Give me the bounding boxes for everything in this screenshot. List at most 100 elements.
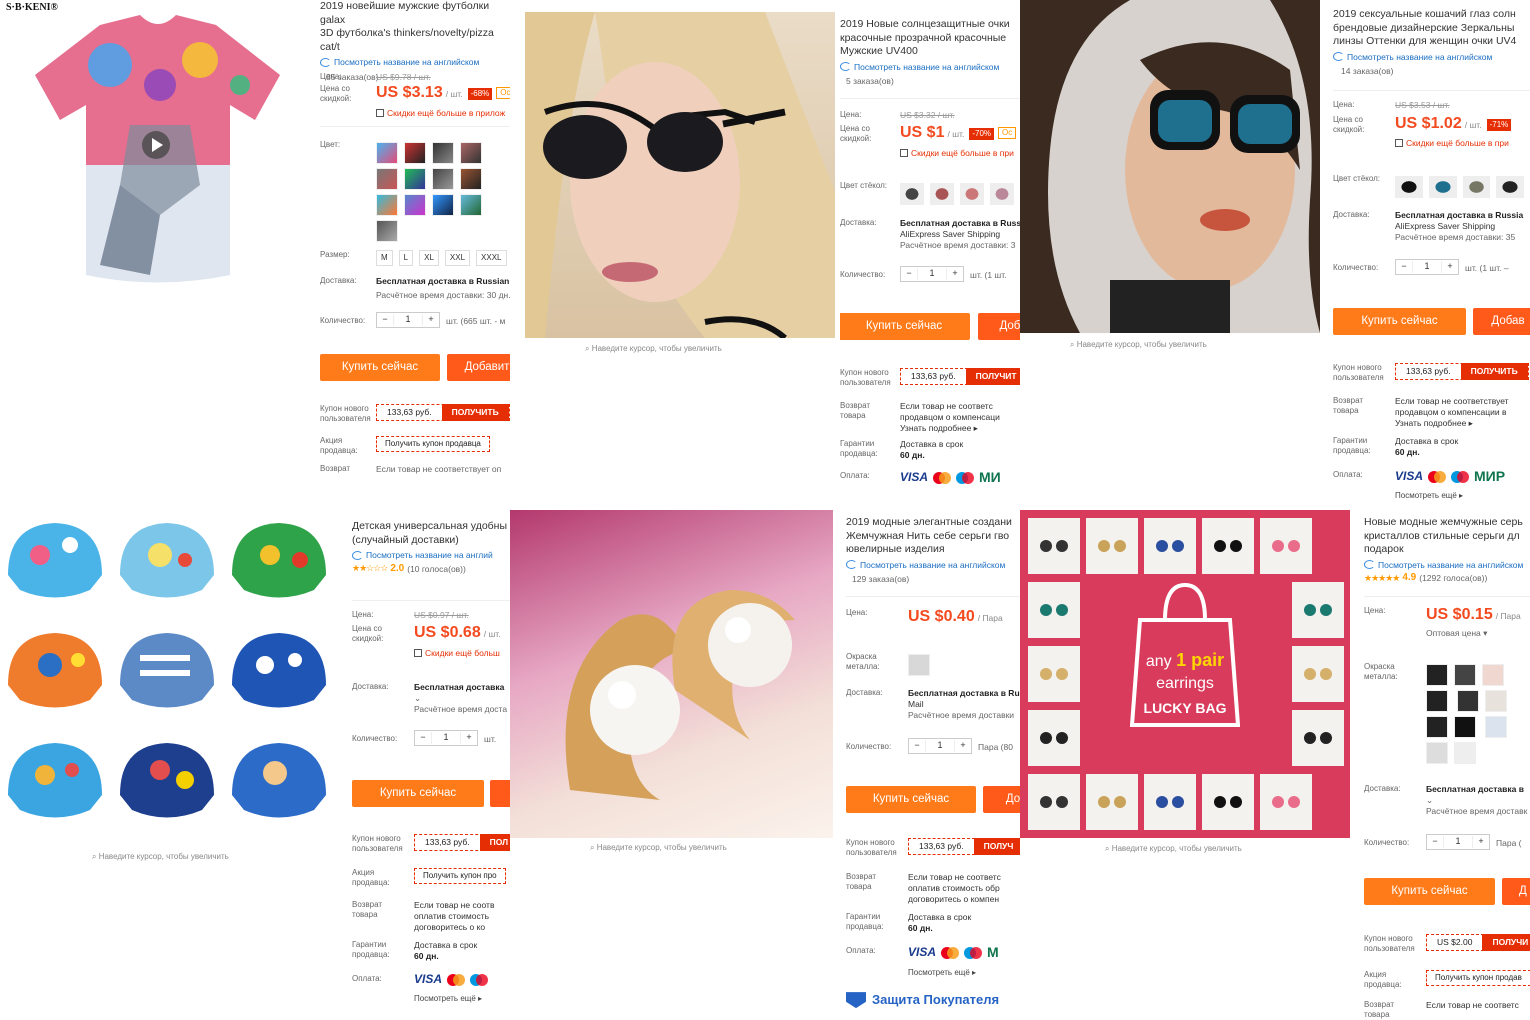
buy-now-button[interactable]: Купить сейчас — [1333, 308, 1466, 335]
quantity-stepper[interactable]: −1 + — [900, 266, 964, 282]
add-to-cart-button[interactable]: Добав — [1473, 308, 1530, 335]
product-image-swim-caps[interactable] — [0, 515, 340, 845]
app-discount-note[interactable]: Скидки ещё больш — [414, 648, 500, 659]
new-user-coupon[interactable]: 133,63 руб. ПОЛУЧИТ — [900, 368, 1020, 385]
get-coupon-button[interactable]: ПОЛУЧИ — [1482, 934, 1530, 951]
shipping-method[interactable]: Бесплатная доставка в Ru — [908, 688, 1020, 698]
translate-link[interactable]: Посмотреть название на английском — [320, 57, 510, 68]
shipping-method[interactable]: Бесплатная доставка в Russia — [1395, 210, 1523, 220]
color-swatch[interactable] — [404, 142, 426, 164]
shipping-method[interactable]: Бесплатная доставка в Russian F — [376, 276, 510, 286]
new-user-coupon[interactable]: 133,63 руб. ПОЛ — [414, 834, 510, 851]
plus-button[interactable]: + — [423, 314, 439, 325]
plus-button[interactable]: + — [947, 268, 963, 279]
get-coupon-button[interactable]: ПОЛУЧИТ — [965, 368, 1020, 385]
add-to-cart-button[interactable]: Доба — [978, 313, 1020, 340]
wholesale-price-link[interactable]: Оптовая цена ▾ — [1426, 628, 1521, 639]
translate-link[interactable]: Посмотреть название на английском — [846, 560, 1020, 571]
lens-color-option[interactable] — [930, 183, 954, 205]
quantity-stepper[interactable]: −1 + — [908, 738, 972, 754]
color-swatch[interactable] — [376, 168, 398, 190]
metal-color-option[interactable] — [1454, 742, 1476, 764]
translate-link[interactable]: Посмотреть название на английском — [1364, 560, 1530, 571]
metal-color-option[interactable] — [1484, 690, 1507, 712]
quantity-input[interactable]: 1 — [917, 268, 947, 280]
app-discount-note[interactable]: Скидки ещё больше в при — [900, 148, 1014, 159]
quantity-stepper[interactable]: −1 + — [1395, 259, 1459, 275]
get-coupon-button[interactable]: ПОЛУЧ — [973, 838, 1020, 855]
buy-now-button[interactable]: Купить сейчас — [352, 780, 484, 807]
color-swatch[interactable] — [460, 168, 482, 190]
minus-button[interactable]: − — [909, 740, 925, 751]
see-more-link[interactable]: Посмотреть ещё ▸ — [908, 968, 976, 978]
color-swatch[interactable] — [404, 168, 426, 190]
new-user-coupon[interactable]: 133,63 руб. ПОЛУЧ — [908, 838, 1020, 855]
color-swatch[interactable] — [376, 142, 398, 164]
color-swatch[interactable] — [432, 168, 454, 190]
shipping-method[interactable]: Бесплатная доставка в Russ — [900, 218, 1020, 228]
add-to-cart-button[interactable]: До — [983, 786, 1020, 813]
lens-color-option[interactable] — [1395, 176, 1423, 198]
color-swatch[interactable] — [404, 194, 426, 216]
seller-coupon-button[interactable]: Получить купон продав — [1426, 970, 1530, 986]
translate-link[interactable]: Посмотреть название на английском — [1333, 52, 1530, 63]
new-user-coupon[interactable]: 133,63 руб. ПОЛУЧИТЬ — [1395, 363, 1529, 380]
color-swatch[interactable] — [432, 194, 454, 216]
get-coupon-button[interactable]: ПОЛ — [479, 834, 510, 851]
plus-button[interactable]: + — [1442, 261, 1458, 272]
plus-button[interactable]: + — [461, 732, 477, 743]
quantity-input[interactable]: 1 — [925, 740, 955, 752]
metal-color-option[interactable] — [908, 654, 930, 676]
quantity-input[interactable]: 1 — [431, 732, 461, 744]
product-image-pearl-earrings[interactable] — [510, 510, 833, 838]
lens-color-option[interactable] — [900, 183, 924, 205]
lens-color-option[interactable] — [990, 183, 1014, 205]
see-more-link[interactable]: Посмотреть ещё ▸ — [1395, 491, 1463, 501]
size-option[interactable]: XXL — [444, 250, 471, 266]
app-discount-note[interactable]: Скидки ещё больше в прилож — [376, 108, 505, 119]
new-user-coupon[interactable]: US $2.00 ПОЛУЧИ — [1426, 934, 1530, 951]
metal-color-option[interactable] — [1454, 716, 1476, 738]
size-option[interactable]: XL — [419, 250, 439, 266]
app-discount-note[interactable]: Скидки ещё больше в при — [1395, 138, 1509, 149]
metal-color-option[interactable] — [1484, 716, 1507, 738]
metal-color-option[interactable] — [1426, 742, 1448, 764]
buy-now-button[interactable]: Купить сейчас — [840, 313, 970, 340]
add-to-cart-button[interactable]: Д — [1502, 878, 1530, 905]
metal-color-option[interactable] — [1456, 690, 1479, 712]
quantity-input[interactable]: 1 — [393, 314, 423, 326]
buy-now-button[interactable]: Купить сейчас — [846, 786, 976, 813]
buy-now-button[interactable]: Купить сейчас — [1364, 878, 1495, 905]
size-option[interactable]: M — [376, 250, 393, 266]
quantity-input[interactable]: 1 — [1412, 261, 1442, 273]
color-swatch[interactable] — [376, 194, 398, 216]
translate-link[interactable]: Посмотреть название на англий — [352, 550, 510, 561]
translate-link[interactable]: Посмотреть название на английском — [840, 62, 1020, 73]
buy-now-button[interactable]: Купить сейчас — [320, 354, 440, 381]
buyer-protection[interactable]: Защита Покупателя — [846, 992, 999, 1009]
plus-button[interactable]: + — [1473, 836, 1489, 847]
quantity-stepper[interactable]: −1 + — [376, 312, 440, 328]
add-to-cart-button[interactable] — [490, 780, 510, 807]
lens-color-option[interactable] — [1428, 176, 1457, 198]
product-image-lucky-bag[interactable]: any 1 pair earrings LUCKY BAG — [1020, 510, 1350, 838]
metal-color-option[interactable] — [1482, 664, 1504, 686]
quantity-input[interactable]: 1 — [1443, 836, 1473, 848]
see-more-link[interactable]: Посмотреть ещё ▸ — [414, 994, 482, 1004]
seller-coupon-button[interactable]: Получить купон продавца — [376, 436, 490, 452]
quantity-stepper[interactable]: −1 + — [1426, 834, 1490, 850]
size-option[interactable]: XXXL — [476, 250, 507, 266]
get-coupon-button[interactable]: ПОЛУЧИТЬ — [1460, 363, 1528, 380]
product-image-sunglasses[interactable] — [1020, 0, 1320, 333]
lens-color-option[interactable] — [1496, 176, 1524, 198]
new-user-coupon[interactable]: 133,63 руб. ПОЛУЧИТЬ — [376, 404, 510, 421]
color-swatch[interactable] — [432, 142, 454, 164]
seller-coupon-button[interactable]: Получить купон про — [414, 868, 506, 884]
color-swatch[interactable] — [460, 194, 482, 216]
size-option[interactable]: L — [398, 250, 414, 266]
color-swatch[interactable] — [376, 220, 398, 242]
quantity-stepper[interactable]: −1 + — [414, 730, 478, 746]
minus-button[interactable]: − — [1396, 261, 1412, 272]
metal-color-option[interactable] — [1426, 664, 1448, 686]
shipping-method[interactable]: Бесплатная доставка в — [1426, 784, 1524, 794]
